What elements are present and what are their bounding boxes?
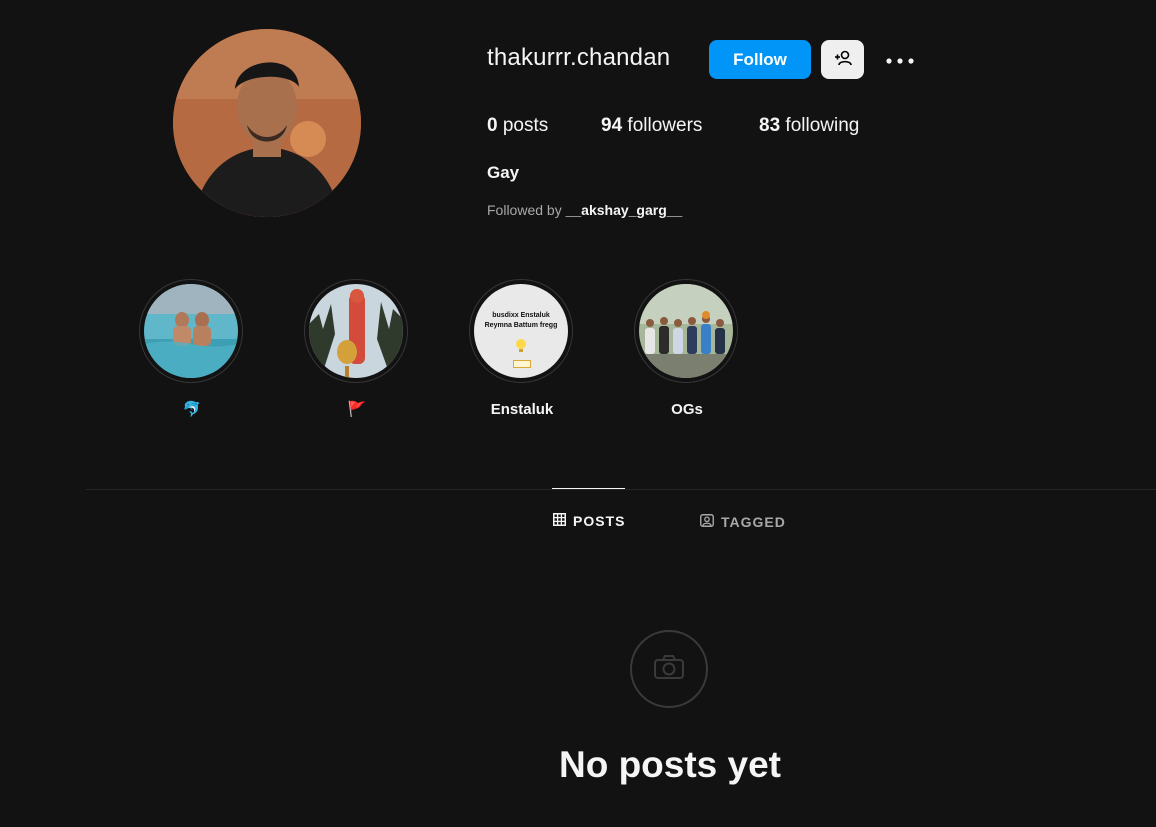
followed-by-prefix: Followed by — [487, 202, 562, 218]
story-highlight-4[interactable]: OGs — [634, 279, 740, 420]
highlight-label: OGs — [671, 401, 703, 418]
story-highlight-2[interactable]: 🚩 — [304, 279, 410, 420]
small-tag-icon — [513, 360, 531, 368]
lightbulb-icon — [514, 338, 528, 359]
followers-count: 94 — [601, 115, 623, 136]
camera-icon — [653, 654, 685, 685]
tabs-divider — [86, 489, 1156, 490]
grid-icon — [553, 513, 566, 529]
highlight-ring: busdixx Enstaluk Reymna Battum fregg — [469, 279, 573, 383]
empty-state-title: No posts yet — [558, 744, 782, 785]
highlight-label: Enstaluk — [490, 401, 554, 418]
active-tab-indicator — [552, 488, 625, 489]
profile-page: thakurrr.chandan Follow 0 posts 94 follo… — [0, 0, 1156, 827]
profile-avatar[interactable] — [173, 29, 361, 217]
tab-tagged-label: TAGGED — [721, 513, 786, 530]
profile-username: thakurrr.chandan — [487, 44, 671, 71]
more-options-button[interactable] — [880, 44, 920, 74]
tab-tagged[interactable]: TAGGED — [700, 513, 786, 530]
highlight-ring — [304, 279, 408, 383]
following-label: following — [785, 115, 860, 136]
bio-name: Gay — [487, 163, 520, 182]
highlight-cover-text-1: busdixx Enstaluk — [492, 312, 550, 319]
highlight-cover-text-2: Reymna Battum fregg — [484, 322, 558, 329]
highlight-cover-group — [639, 284, 733, 378]
following-count-link[interactable]: 83 following — [759, 115, 859, 137]
highlight-ring — [634, 279, 738, 383]
tab-posts-label: POSTS — [573, 513, 626, 529]
highlight-cover-text: busdixx Enstaluk Reymna Battum fregg — [474, 284, 568, 378]
highlight-label: 🐬 — [182, 401, 202, 418]
empty-state-camera-circle — [630, 630, 708, 708]
highlight-ring — [139, 279, 243, 383]
highlight-cover-statue — [309, 284, 403, 378]
more-dots-icon — [886, 52, 914, 67]
followers-count-link[interactable]: 94 followers — [601, 115, 702, 137]
posts-label: posts — [502, 115, 549, 136]
highlight-cover-pool — [144, 284, 238, 378]
followers-label: followers — [627, 115, 703, 136]
posts-count-stat: 0 posts — [487, 115, 548, 137]
story-highlight-3[interactable]: busdixx Enstaluk Reymna Battum fregg Ens… — [469, 279, 575, 420]
followed-by-user-link[interactable]: __akshay_garg__ — [566, 202, 683, 218]
highlight-label: 🚩 — [347, 401, 367, 418]
follow-button[interactable]: Follow — [709, 40, 811, 79]
tagged-person-icon — [700, 513, 714, 530]
suggested-users-button[interactable] — [821, 40, 864, 79]
posts-count: 0 — [487, 115, 498, 136]
followed-by: Followed by __akshay_garg__ — [487, 202, 682, 218]
following-count: 83 — [759, 115, 781, 136]
tab-posts[interactable]: POSTS — [553, 513, 625, 529]
story-highlight-1[interactable]: 🐬 — [139, 279, 245, 420]
add-person-icon — [834, 50, 852, 69]
